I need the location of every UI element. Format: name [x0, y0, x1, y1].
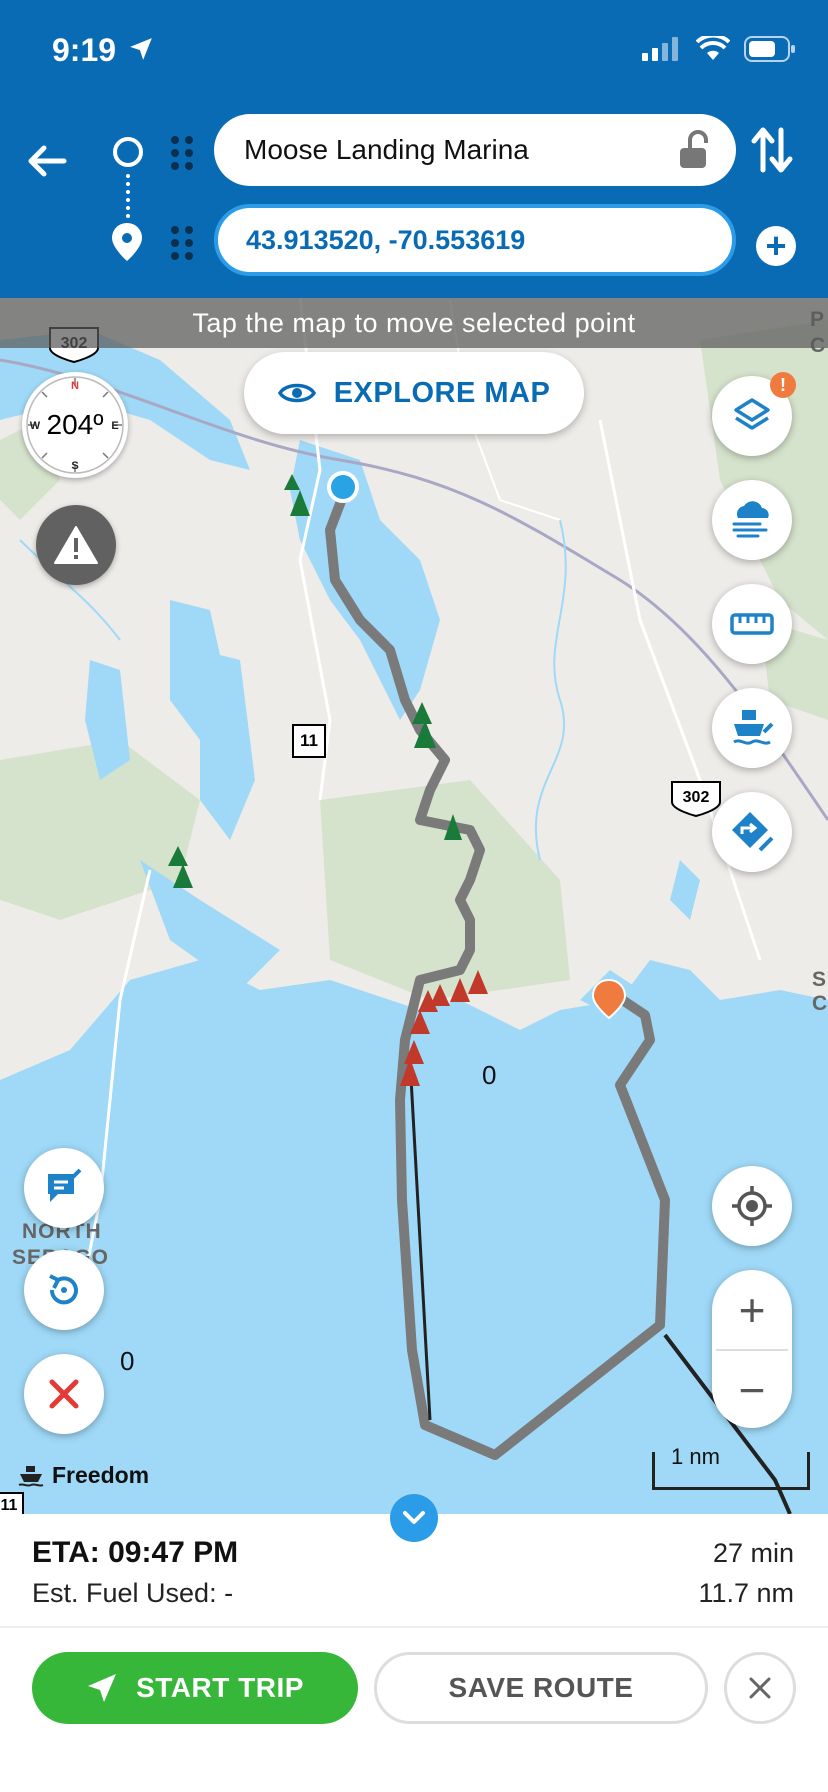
reset-icon: [49, 1274, 78, 1305]
weather-button[interactable]: [712, 480, 792, 560]
route-shield-11-bottom: 11: [0, 1492, 24, 1514]
map-canvas: [0, 298, 828, 1514]
wifi-icon: [696, 36, 730, 60]
save-route-label: SAVE ROUTE: [448, 1672, 634, 1703]
boat-icon: [18, 1465, 44, 1487]
explore-map-button[interactable]: EXPLORE MAP: [244, 352, 584, 434]
destination-field[interactable]: 43.913520, -70.553619: [214, 204, 736, 276]
status-time: 9:19: [52, 32, 117, 68]
warning-icon: [54, 526, 98, 564]
origin-circle-icon: [113, 137, 143, 167]
destination-text: 43.913520, -70.553619: [246, 224, 526, 255]
highway-shield-icon: 302: [671, 781, 721, 818]
origin-text: Moose Landing Marina: [244, 134, 529, 165]
route-header: 9:19 Moose Landing Marina 43.913520, -70…: [0, 0, 828, 298]
chevron-down-icon: [403, 1511, 425, 1524]
close-icon: [49, 1379, 79, 1409]
explore-map-label: EXPLORE MAP: [333, 376, 551, 409]
weather-wind-icon: [732, 501, 769, 538]
location-arrow-icon: [130, 38, 152, 60]
vessel-indicator[interactable]: Freedom: [18, 1462, 149, 1489]
boat-edit-icon: [733, 710, 774, 745]
route-edit-button[interactable]: [712, 792, 792, 872]
save-route-button[interactable]: SAVE ROUTE: [374, 1652, 708, 1724]
scale-label: 1 nm: [671, 1444, 720, 1469]
reset-button[interactable]: [24, 1250, 104, 1330]
layers-button[interactable]: !: [712, 372, 796, 456]
destination-pin-icon: [112, 223, 142, 261]
compass-button[interactable]: N S E W 204º: [22, 372, 128, 478]
scale-bar: 1 nm: [652, 1444, 810, 1490]
hazard-report-button[interactable]: [36, 505, 116, 585]
layers-alert-badge: !: [770, 372, 796, 398]
swap-arrows-icon[interactable]: [750, 124, 794, 176]
ruler-icon: [730, 613, 774, 635]
origin-field[interactable]: Moose Landing Marina: [214, 114, 736, 186]
route-shield-11: 11: [292, 724, 326, 758]
map-view[interactable]: 302 302 11 11 0 0 NORTH SEBAGO S C P C: [0, 298, 828, 1514]
note-edit-icon: [48, 1168, 82, 1202]
battery-icon: [744, 36, 795, 62]
recenter-button[interactable]: [712, 1166, 792, 1246]
directions-edit-icon: [732, 812, 774, 852]
start-trip-label: START TRIP: [136, 1672, 304, 1703]
duration-text: 27 min: [712, 1538, 794, 1568]
close-icon: [749, 1677, 771, 1699]
signal-icon: [642, 37, 678, 61]
close-trip-button[interactable]: [724, 1652, 796, 1724]
edge-label: C: [812, 992, 828, 1015]
unlock-icon[interactable]: [678, 130, 714, 170]
add-stop-button[interactable]: +: [756, 226, 796, 266]
zoom-out-button[interactable]: −: [712, 1350, 792, 1429]
depth-label: 0: [120, 1346, 135, 1376]
edge-label: S: [812, 968, 828, 991]
app-screen: 9:19 Moose Landing Marina 43.913520, -70…: [0, 0, 828, 1792]
back-arrow-icon[interactable]: [24, 138, 70, 184]
navigation-arrow-icon: [88, 1674, 117, 1702]
cancel-route-button[interactable]: [24, 1354, 104, 1434]
crosshair-icon: [732, 1186, 772, 1226]
distance-text: 11.7 nm: [698, 1578, 794, 1608]
trip-summary-panel: ETA: 09:47 PM Est. Fuel Used: - 27 min 1…: [0, 1514, 828, 1792]
route-connector: [126, 174, 130, 218]
note-button[interactable]: [24, 1148, 104, 1228]
compass-heading: 204º: [46, 409, 104, 440]
drag-handle-icon[interactable]: [171, 226, 193, 260]
map-hint-bar: Tap the map to move selected point: [0, 298, 828, 348]
zoom-control: + −: [712, 1270, 792, 1428]
start-trip-button[interactable]: START TRIP: [32, 1652, 358, 1724]
depth-label: 0: [482, 1060, 497, 1090]
eta-text: ETA: 09:47 PM: [32, 1536, 239, 1569]
measure-button[interactable]: [712, 584, 792, 664]
panel-divider: [0, 1626, 828, 1628]
fuel-text: Est. Fuel Used: -: [32, 1578, 234, 1608]
vessel-name: Freedom: [52, 1462, 150, 1488]
zoom-in-button[interactable]: +: [712, 1270, 792, 1349]
shield-label: 302: [683, 789, 710, 806]
collapse-panel-button[interactable]: [390, 1494, 438, 1542]
status-icons: [642, 36, 796, 62]
boat-settings-button[interactable]: [712, 688, 792, 768]
layers-icon: [734, 398, 770, 430]
eye-icon: [277, 383, 316, 403]
drag-handle-icon[interactable]: [171, 136, 193, 170]
compass-s: S: [71, 460, 78, 472]
compass-n: N: [71, 380, 79, 392]
